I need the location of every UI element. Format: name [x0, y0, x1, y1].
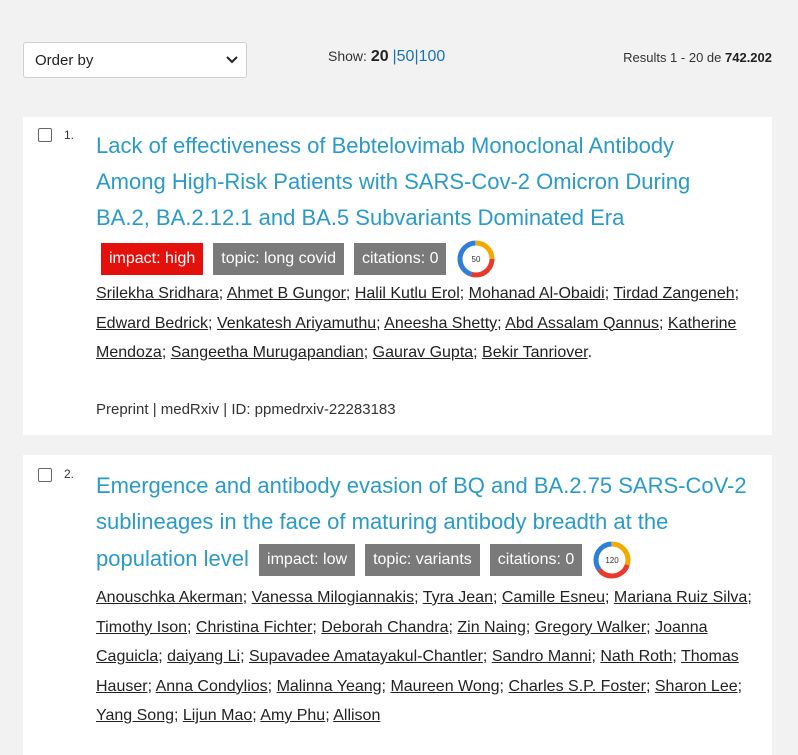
- altmetric-score: 120: [606, 556, 620, 565]
- author-link[interactable]: Maureen Wong: [390, 678, 499, 695]
- altmetric-donut-icon[interactable]: 120: [592, 540, 632, 580]
- author-link[interactable]: Allison: [333, 707, 380, 724]
- page-size-current: 20: [370, 48, 389, 65]
- impact-badge: impact: high: [101, 243, 204, 275]
- author-link[interactable]: Tirdad Zangeneh: [613, 285, 734, 302]
- impact-badge: impact: low: [259, 544, 356, 576]
- author-link[interactable]: Gaurav Gupta: [373, 344, 474, 361]
- chevron-down-icon: [226, 56, 238, 64]
- page-size-100-link[interactable]: 100: [419, 48, 446, 65]
- article-title-link[interactable]: Emergence and antibody evasion of BQ and…: [96, 468, 756, 580]
- altmetric-score: 50: [472, 255, 481, 264]
- results-toolbar: Order by Show: 20 |50|100 Results 1 - 20…: [0, 0, 798, 100]
- author-link[interactable]: Christina Fichter: [196, 619, 312, 636]
- altmetric-donut-icon[interactable]: 50: [456, 239, 496, 279]
- result-card: 2. Emergence and antibody evasion of BQ …: [23, 455, 772, 755]
- show-label: Show:: [328, 48, 367, 64]
- author-link[interactable]: Tyra Jean: [423, 589, 493, 606]
- results-count: Results 1 - 20 de 742.202: [623, 50, 772, 65]
- author-link[interactable]: Timothy Ison: [96, 619, 187, 636]
- author-link[interactable]: Sharon Lee: [655, 678, 738, 695]
- author-link[interactable]: Mariana Ruiz Silva: [614, 589, 747, 606]
- order-by-label: Order by: [35, 52, 94, 69]
- author-link[interactable]: Vanessa Milogiannakis: [252, 589, 414, 606]
- author-link[interactable]: Gregory Walker: [535, 619, 646, 636]
- author-link[interactable]: Ahmet B Gungor: [227, 285, 346, 302]
- results-total: 742.202: [725, 50, 772, 65]
- citations-badge: citations: 0: [354, 243, 447, 275]
- author-list: Srilekha Sridhara; Ahmet B Gungor; Halil…: [96, 285, 740, 361]
- select-checkbox[interactable]: [38, 468, 52, 482]
- article-title: Lack of effectiveness of Bebtelovimab Mo…: [96, 133, 691, 230]
- citations-badge: citations: 0: [489, 544, 583, 576]
- author-link[interactable]: Supavadee Amatayakul-Chantler: [249, 648, 483, 665]
- topic-badge: topic: long covid: [213, 243, 344, 275]
- author-link[interactable]: Abd Assalam Qannus: [505, 315, 659, 332]
- result-number: 2.: [64, 467, 75, 481]
- author-link[interactable]: Yang Song: [96, 707, 174, 724]
- author-link[interactable]: Edward Bedrick: [96, 315, 208, 332]
- author-link[interactable]: Nath Roth: [600, 648, 672, 665]
- author-link[interactable]: Bekir Tanriover: [482, 344, 588, 361]
- article-meta: Preprint | medRxiv | ID: ppmedrxiv-22283…: [96, 401, 396, 418]
- author-link[interactable]: Deborah Chandra: [321, 619, 448, 636]
- author-link[interactable]: Halil Kutlu Erol: [355, 285, 460, 302]
- result-number: 1.: [64, 128, 75, 142]
- author-list: Anouschka Akerman; Vanessa Milogiannakis…: [96, 589, 752, 724]
- results-prefix: Results 1 - 20 de: [623, 50, 722, 65]
- author-link[interactable]: Anouschka Akerman: [96, 589, 243, 606]
- author-link[interactable]: Lijun Mao: [183, 707, 252, 724]
- author-link[interactable]: Venkatesh Ariyamuthu: [217, 315, 376, 332]
- topic-badge: topic: variants: [365, 544, 480, 576]
- select-checkbox[interactable]: [38, 128, 52, 142]
- author-link[interactable]: daiyang Li: [167, 648, 240, 665]
- article-title-link[interactable]: Lack of effectiveness of Bebtelovimab Mo…: [96, 128, 736, 236]
- author-link[interactable]: Srilekha Sridhara: [96, 285, 219, 302]
- author-link[interactable]: Amy Phu: [260, 707, 325, 724]
- author-link[interactable]: Camille Esneu: [502, 589, 605, 606]
- author-link[interactable]: Charles S.P. Foster: [508, 678, 646, 695]
- author-link[interactable]: Sandro Manni: [492, 648, 592, 665]
- author-link[interactable]: Zin Naing: [457, 619, 525, 636]
- author-link[interactable]: Anna Condylios: [156, 678, 268, 695]
- badge-row: impact: low topic: variants citations: 0…: [259, 540, 632, 580]
- author-link[interactable]: Aneesha Shetty: [384, 315, 497, 332]
- result-card: 1. Lack of effectiveness of Bebtelovimab…: [23, 117, 772, 435]
- author-link[interactable]: Mohanad Al-Obaidi: [469, 285, 605, 302]
- page-size-selector: Show: 20 |50|100: [328, 48, 445, 66]
- badge-row: impact: high topic: long covid citations…: [101, 239, 496, 279]
- order-by-select[interactable]: Order by: [23, 42, 247, 78]
- page-size-50-link[interactable]: 50: [397, 48, 415, 65]
- author-link[interactable]: Malinna Yeang: [277, 678, 382, 695]
- author-link[interactable]: Sangeetha Murugapandian: [171, 344, 364, 361]
